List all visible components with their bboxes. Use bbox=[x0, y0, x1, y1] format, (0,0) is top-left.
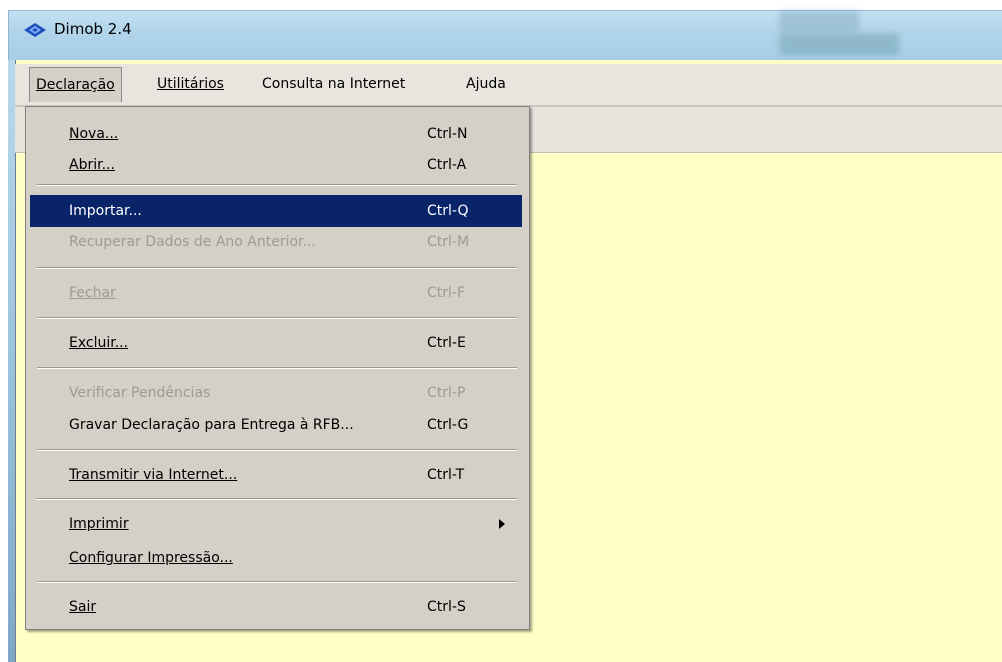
menu-separator bbox=[37, 498, 517, 500]
menu-separator bbox=[37, 581, 517, 583]
menu-consulta-internet-label: Consulta na Internet bbox=[262, 76, 406, 92]
menu-item-imprimir[interactable]: Imprimir bbox=[30, 508, 522, 540]
menu-item-shortcut: Ctrl-E bbox=[427, 335, 466, 351]
menu-item-label: Nova... bbox=[69, 126, 119, 142]
menu-item-shortcut: Ctrl-G bbox=[427, 417, 469, 433]
menu-item-label: Importar... bbox=[69, 203, 142, 219]
menu-item-label: Excluir... bbox=[69, 335, 129, 351]
window-title-bar[interactable] bbox=[8, 10, 1002, 60]
menu-item-shortcut: Ctrl-S bbox=[427, 599, 466, 615]
menu-ajuda[interactable]: Ajuda bbox=[460, 67, 512, 101]
menu-item-shortcut: Ctrl-A bbox=[427, 157, 467, 173]
menu-item-label: Gravar Declaração para Entrega à RFB... bbox=[69, 417, 354, 433]
menu-item-recuperar-dados: Recuperar Dados de Ano Anterior... Ctrl-… bbox=[30, 226, 522, 258]
menu-item-sair[interactable]: Sair Ctrl-S bbox=[30, 591, 522, 623]
menu-item-label: Fechar bbox=[69, 285, 116, 301]
submenu-arrow-icon bbox=[499, 519, 505, 529]
menu-item-shortcut: Ctrl-T bbox=[427, 467, 465, 483]
menu-item-nova[interactable]: Nova... Ctrl-N bbox=[30, 118, 522, 150]
background-blur bbox=[779, 11, 859, 31]
menu-item-shortcut: Ctrl-M bbox=[427, 234, 470, 250]
menu-item-fechar: Fechar Ctrl-F bbox=[30, 277, 522, 309]
window-frame-left bbox=[8, 60, 15, 662]
declaracao-dropdown-menu: Nova... Ctrl-N Abrir... Ctrl-A Importar.… bbox=[25, 106, 530, 630]
menu-item-importar[interactable]: Importar... Ctrl-Q bbox=[30, 195, 522, 227]
menu-declaracao[interactable]: Declaração bbox=[29, 67, 122, 102]
menu-separator bbox=[37, 184, 517, 186]
menu-item-label: Abrir... bbox=[69, 157, 115, 173]
menu-item-label: Imprimir bbox=[69, 516, 129, 532]
menu-item-verificar-pendencias: Verificar Pendências Ctrl-P bbox=[30, 377, 522, 409]
menu-separator bbox=[37, 317, 517, 319]
menu-item-gravar-declaracao[interactable]: Gravar Declaração para Entrega à RFB... … bbox=[30, 409, 522, 441]
menu-item-transmitir[interactable]: Transmitir via Internet... Ctrl-T bbox=[30, 459, 522, 491]
dimob-app-icon bbox=[24, 23, 46, 37]
menu-item-configurar-impressao[interactable]: Configurar Impressão... bbox=[30, 542, 522, 574]
menu-item-shortcut: Ctrl-N bbox=[427, 126, 468, 142]
menu-item-label: Sair bbox=[69, 599, 97, 615]
menu-item-label: Recuperar Dados de Ano Anterior... bbox=[69, 234, 316, 250]
menu-utilitarios[interactable]: Utilitários bbox=[151, 67, 230, 101]
background-blur bbox=[779, 33, 899, 55]
menu-consulta-internet[interactable]: Consulta na Internet bbox=[256, 67, 411, 101]
menu-utilitarios-label: Utilitários bbox=[157, 76, 224, 92]
menu-item-label: Transmitir via Internet... bbox=[69, 467, 238, 483]
menu-ajuda-label: Ajuda bbox=[466, 76, 506, 92]
menu-item-shortcut: Ctrl-F bbox=[427, 285, 466, 301]
menu-separator bbox=[37, 449, 517, 451]
window-title: Dimob 2.4 bbox=[54, 20, 132, 38]
menu-item-shortcut: Ctrl-Q bbox=[427, 203, 469, 219]
menu-item-excluir[interactable]: Excluir... Ctrl-E bbox=[30, 327, 522, 359]
menu-item-label: Verificar Pendências bbox=[69, 385, 211, 401]
menu-item-shortcut: Ctrl-P bbox=[427, 385, 466, 401]
menu-declaracao-label: Declaração bbox=[36, 77, 115, 93]
menu-item-abrir[interactable]: Abrir... Ctrl-A bbox=[30, 149, 522, 181]
menu-separator bbox=[37, 267, 517, 269]
menu-item-label: Configurar Impressão... bbox=[69, 550, 233, 566]
menu-separator bbox=[37, 367, 517, 369]
